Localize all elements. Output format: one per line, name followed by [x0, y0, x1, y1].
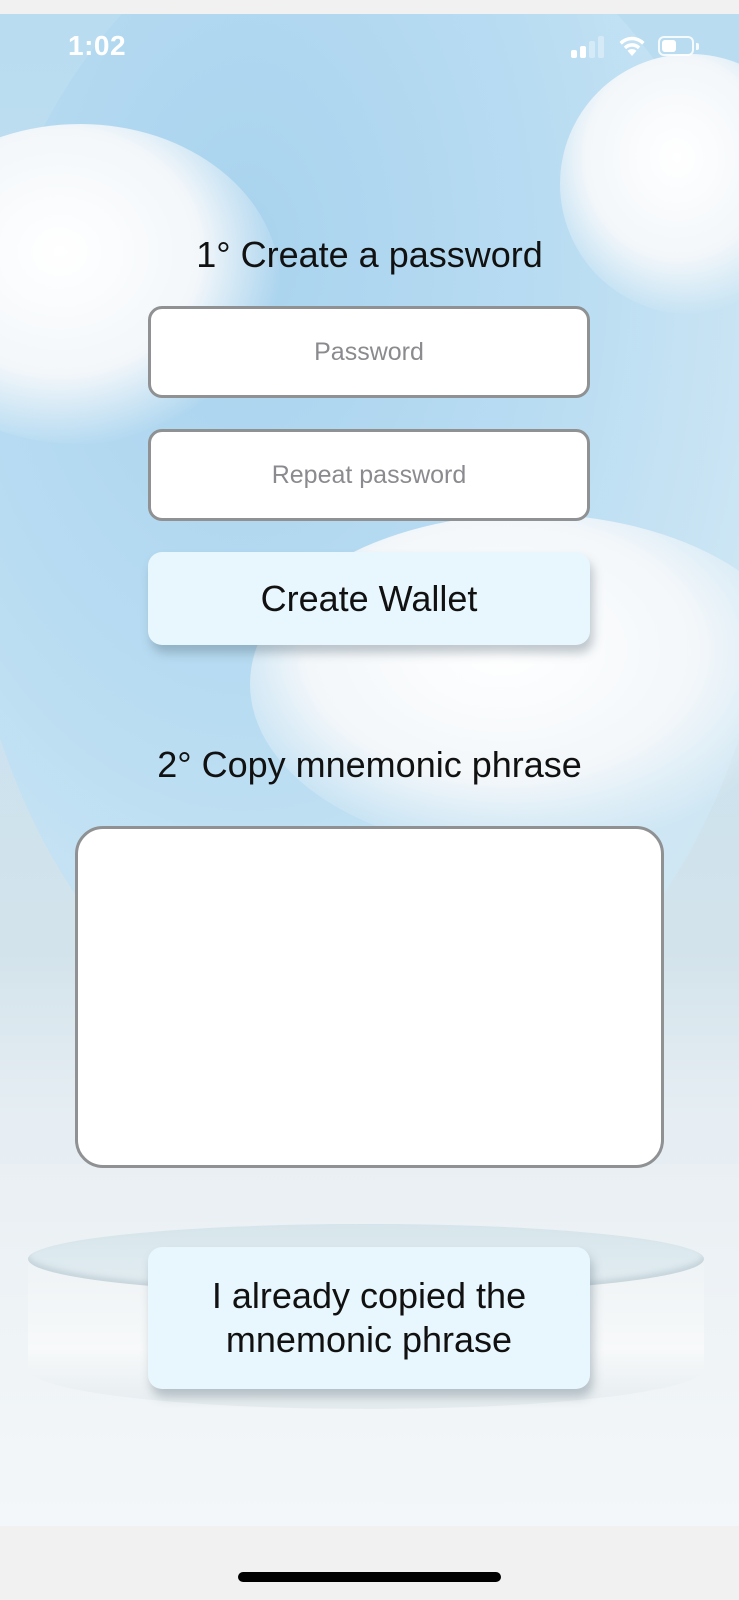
already-copied-button[interactable]: I already copied the mnemonic phrase	[148, 1247, 590, 1389]
home-indicator[interactable]	[238, 1572, 501, 1582]
repeat-password-input[interactable]	[148, 429, 590, 521]
battery-icon	[658, 36, 694, 56]
cellular-signal-icon	[571, 36, 605, 58]
mnemonic-phrase-box[interactable]	[75, 826, 664, 1168]
create-wallet-button[interactable]: Create Wallet	[148, 552, 590, 645]
status-bar: 1:02	[0, 14, 739, 78]
password-input[interactable]	[148, 306, 590, 398]
battery-cap	[696, 43, 699, 50]
screen: 1:02 1° Create a password Create Wallet …	[0, 0, 739, 1600]
create-password-heading: 1° Create a password	[196, 234, 543, 275]
status-time: 1:02	[68, 30, 127, 61]
copy-mnemonic-heading: 2° Copy mnemonic phrase	[157, 744, 582, 785]
wifi-icon	[619, 36, 645, 56]
